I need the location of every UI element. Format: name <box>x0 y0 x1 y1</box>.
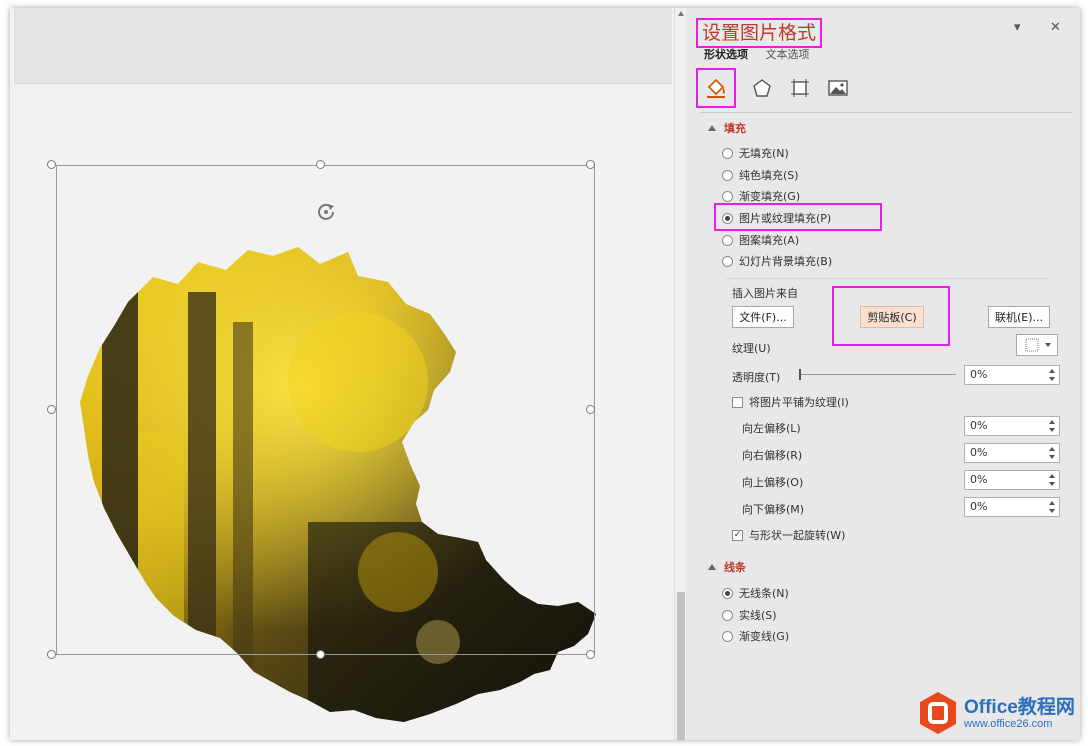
radio-icon <box>722 609 733 621</box>
effects-pentagon-icon[interactable] <box>742 68 782 108</box>
fill-line-icon[interactable] <box>696 68 736 108</box>
watermark-name: Office教程网 <box>964 697 1075 718</box>
offset-top-label: 向上偏移(O) <box>742 476 804 489</box>
offset-left-label: 向左偏移(L) <box>742 422 801 435</box>
radio-icon <box>722 630 733 642</box>
scroll-up-icon[interactable] <box>677 10 685 18</box>
texture-label: 纹理(U) <box>732 342 771 355</box>
pane-title: 设置图片格式 <box>696 18 823 48</box>
highlight-clipboard <box>832 286 950 346</box>
checkbox-icon <box>732 396 743 408</box>
radio-icon <box>722 190 733 202</box>
scrollbar-thumb[interactable] <box>677 592 685 740</box>
spinner-arrows-icon[interactable] <box>1048 368 1056 382</box>
resize-handle-top[interactable] <box>316 160 325 169</box>
radio-no-fill[interactable]: 无填充(N) <box>722 144 789 162</box>
app-window: 设置图片格式 ▾ ✕ 形状选项 文本选项 填充 无填充(N) 纯色填充(S) 渐… <box>10 8 1080 740</box>
vertical-scrollbar[interactable] <box>674 8 686 740</box>
highlight-picture-fill <box>714 203 882 231</box>
option-tabs: 形状选项 文本选项 <box>704 46 824 62</box>
radio-pattern-fill[interactable]: 图案填充(A) <box>722 231 799 249</box>
resize-handle-bottom[interactable] <box>316 650 325 659</box>
offset-right-label: 向右偏移(R) <box>742 449 803 462</box>
online-button[interactable]: 联机(E)... <box>988 306 1050 328</box>
spinner-arrows-icon[interactable] <box>1048 473 1056 487</box>
offset-bottom-spinner[interactable]: 0% <box>964 497 1060 517</box>
transparency-spinner[interactable]: 0% <box>964 365 1060 385</box>
radio-icon <box>722 169 733 181</box>
fill-divider <box>726 278 1048 279</box>
pane-divider <box>700 112 1072 113</box>
radio-icon <box>722 255 733 267</box>
offset-left-spinner[interactable]: 0% <box>964 416 1060 436</box>
line-section-header[interactable]: 线条 <box>708 559 746 575</box>
tab-shape-options[interactable]: 形状选项 <box>704 48 748 61</box>
tab-text-options[interactable]: 文本选项 <box>766 48 810 61</box>
size-properties-icon[interactable] <box>780 68 820 108</box>
office-logo-icon <box>920 692 956 734</box>
spinner-arrows-icon[interactable] <box>1048 500 1056 514</box>
resize-handle-top-right[interactable] <box>586 160 595 169</box>
radio-gradient-line[interactable]: 渐变线(G) <box>722 627 789 645</box>
rotate-with-shape-checkbox[interactable]: ✓ 与形状一起旋转(W) <box>732 527 845 543</box>
collapse-triangle-icon <box>708 564 716 570</box>
texture-dropdown[interactable] <box>1016 334 1058 356</box>
spinner-arrows-icon[interactable] <box>1048 419 1056 433</box>
collapse-triangle-icon <box>708 125 716 131</box>
selection-box <box>56 165 595 655</box>
transparency-label: 透明度(T) <box>732 371 781 384</box>
radio-selected-icon <box>722 587 733 599</box>
offset-top-spinner[interactable]: 0% <box>964 470 1060 490</box>
slide-area-top <box>14 8 672 84</box>
close-icon[interactable]: ✕ <box>1050 20 1061 35</box>
resize-handle-bottom-right[interactable] <box>586 650 595 659</box>
radio-solid-line[interactable]: 实线(S) <box>722 606 777 624</box>
picture-icon[interactable] <box>818 68 858 108</box>
resize-handle-bottom-left[interactable] <box>47 650 56 659</box>
offset-right-spinner[interactable]: 0% <box>964 443 1060 463</box>
office26-watermark: Office教程网 www.office26.com <box>914 688 1084 742</box>
watermark-url: www.office26.com <box>964 718 1053 730</box>
offset-bottom-label: 向下偏移(M) <box>742 503 805 516</box>
resize-handle-right[interactable] <box>586 405 595 414</box>
radio-slide-background-fill[interactable]: 幻灯片背景填充(B) <box>722 252 832 270</box>
radio-icon <box>722 147 733 159</box>
radio-no-line[interactable]: 无线条(N) <box>722 584 789 602</box>
format-picture-pane: 设置图片格式 ▾ ✕ 形状选项 文本选项 填充 无填充(N) 纯色填充(S) 渐… <box>686 8 1080 740</box>
checkmark-icon: ✓ <box>732 529 743 541</box>
file-button[interactable]: 文件(F)... <box>732 306 794 328</box>
tile-texture-checkbox[interactable]: 将图片平铺为纹理(I) <box>732 394 849 410</box>
radio-solid-fill[interactable]: 纯色填充(S) <box>722 166 799 184</box>
transparency-slider-thumb[interactable] <box>799 369 801 380</box>
transparency-slider-track[interactable] <box>800 374 956 375</box>
pane-options-icon[interactable]: ▾ <box>1014 20 1021 35</box>
resize-handle-left[interactable] <box>47 405 56 414</box>
radio-icon <box>722 234 733 246</box>
insert-from-label: 插入图片来自 <box>732 287 798 300</box>
resize-handle-top-left[interactable] <box>47 160 56 169</box>
fill-section-header[interactable]: 填充 <box>708 120 746 136</box>
spinner-arrows-icon[interactable] <box>1048 446 1056 460</box>
